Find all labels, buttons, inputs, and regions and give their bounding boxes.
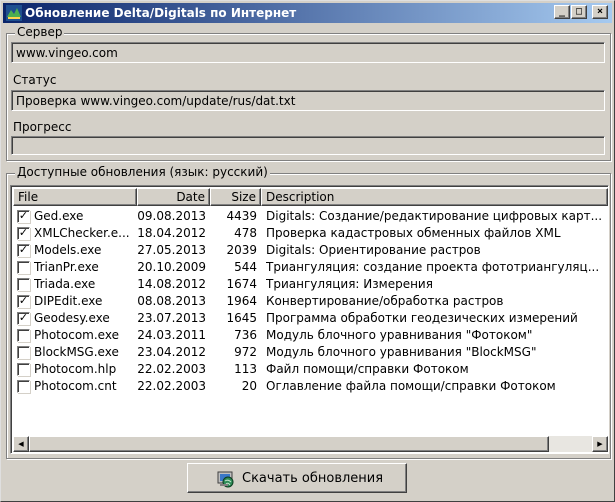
cell-file: TrianPr.exe [34, 260, 99, 274]
cell-date: 08.08.2013 [137, 294, 206, 308]
scrollbar-thumb[interactable] [29, 436, 549, 452]
cell-size: 1645 [226, 311, 257, 325]
window-title: Обновление Delta/Digitals по Интернет [25, 6, 297, 20]
list-item[interactable]: ✓ DIPEdit.exe 08.08.2013 1964 Конвертировани… [13, 293, 608, 310]
cell-file: XMLChecker.e... [34, 226, 130, 240]
cell-file: Photocom.hlp [34, 362, 117, 376]
cell-description: Конвертирование/обработка растров [266, 294, 504, 308]
cell-size: 1674 [226, 277, 257, 291]
row-checkbox[interactable]: ✓ [17, 312, 30, 325]
cell-date: 18.04.2012 [137, 226, 206, 240]
cell-description: Модуль блочного уравнивания "BlockMSG" [266, 345, 537, 359]
cell-date: 20.10.2009 [137, 260, 206, 274]
row-checkbox[interactable]: ✓ [17, 227, 30, 240]
cell-description: Триангуляция: Измерения [266, 277, 433, 291]
status-field: Проверка www.vingeo.com/update/rus/dat.t… [11, 90, 605, 111]
row-checkbox[interactable] [17, 329, 30, 342]
cell-size: 20 [241, 379, 257, 393]
scroll-left-arrow-icon[interactable]: ◀ [13, 436, 29, 452]
cell-size: 2039 [226, 243, 257, 257]
column-header-date[interactable]: Date [137, 188, 210, 206]
cell-description: Триангуляция: создание проекта фототриан… [266, 260, 600, 274]
row-checkbox[interactable] [17, 363, 30, 376]
scroll-right-arrow-icon[interactable]: ▶ [592, 436, 608, 452]
server-group-legend: Сервер [15, 25, 65, 39]
column-header-file[interactable]: File [13, 188, 137, 206]
maximize-button[interactable]: □ [571, 5, 587, 19]
cell-size: 1964 [226, 294, 257, 308]
cell-description: Модуль блочного уравнивания "Фотоком" [266, 328, 533, 342]
update-window: Обновление Delta/Digitals по Интернет _ … [0, 0, 615, 502]
cell-size: 544 [234, 260, 257, 274]
app-icon [6, 5, 22, 21]
cell-date: 27.05.2013 [137, 243, 206, 257]
progress-bar [11, 136, 605, 155]
row-checkbox[interactable]: ✓ [17, 210, 30, 223]
cell-file: DIPEdit.exe [34, 294, 103, 308]
minimize-button[interactable]: _ [554, 5, 570, 19]
horizontal-scrollbar[interactable]: ◀ ▶ [13, 436, 608, 452]
cell-file: Triada.exe [34, 277, 96, 291]
row-checkbox[interactable]: ✓ [17, 295, 30, 308]
cell-description: Проверка кадастровых обменных файлов XML [266, 226, 561, 240]
cell-size: 972 [234, 345, 257, 359]
list-item[interactable]: ✓ Geodesy.exe 23.07.2013 1645 Программа обра… [13, 310, 608, 327]
row-checkbox[interactable] [17, 261, 30, 274]
download-updates-button[interactable]: Скачать обновления [187, 463, 407, 493]
cell-file: Ged.exe [34, 209, 84, 223]
cell-size: 113 [234, 362, 257, 376]
list-item[interactable]: ✓ Ged.exe 09.08.2013 4439 Digitals: Создание… [13, 208, 608, 225]
list-item[interactable]: Triada.exe 14.08.2012 1674 Триангуляция: Из… [13, 276, 608, 293]
row-checkbox[interactable] [17, 380, 30, 393]
updates-group-legend: Доступные обновления (язык: русский) [15, 165, 270, 179]
cell-size: 478 [234, 226, 257, 240]
list-item[interactable]: BlockMSG.exe 23.04.2012 972 Модуль блочного… [13, 344, 608, 361]
list-item[interactable]: TrianPr.exe 20.10.2009 544 Триангуляция: со… [13, 259, 608, 276]
cell-description: Digitals: Ориентирование растров [266, 243, 481, 257]
cell-date: 22.02.2003 [137, 362, 206, 376]
download-globe-icon [217, 471, 234, 488]
row-checkbox[interactable] [17, 278, 30, 291]
cell-date: 14.08.2012 [137, 277, 206, 291]
updates-list[interactable]: File Date Size Description ✓ Ged.exe 09.08… [10, 185, 609, 454]
list-item[interactable]: ✓ Models.exe 27.05.2013 2039 Digitals: Ориен… [13, 242, 608, 259]
cell-date: 09.08.2013 [137, 209, 206, 223]
list-item[interactable]: ✓ XMLChecker.e... 18.04.2012 478 Проверка ка… [13, 225, 608, 242]
cell-size: 736 [234, 328, 257, 342]
close-button[interactable]: × [592, 5, 608, 19]
cell-description: Digitals: Создание/редактирование цифров… [266, 209, 603, 223]
cell-file: Photocom.exe [34, 328, 119, 342]
title-bar[interactable]: Обновление Delta/Digitals по Интернет _ … [3, 3, 612, 23]
list-item[interactable]: Photocom.hlp 22.02.2003 113 Файл помощи/спр… [13, 361, 608, 378]
cell-file: Geodesy.exe [34, 311, 110, 325]
cell-size: 4439 [226, 209, 257, 223]
cell-date: 23.04.2012 [137, 345, 206, 359]
cell-file: Models.exe [34, 243, 102, 257]
column-header-description[interactable]: Description [261, 188, 608, 206]
list-header: File Date Size Description [13, 188, 608, 206]
cell-description: Оглавление файла помощи/справки Фотоком [266, 379, 556, 393]
server-field: www.vingeo.com [11, 42, 605, 63]
row-checkbox[interactable] [17, 346, 30, 359]
row-checkbox[interactable]: ✓ [17, 244, 30, 257]
cell-description: Файл помощи/справки Фотоком [266, 362, 469, 376]
status-label: Статус [13, 73, 57, 87]
cell-file: BlockMSG.exe [34, 345, 119, 359]
cell-file: Photocom.cnt [34, 379, 117, 393]
cell-description: Программа обработки геодезических измере… [266, 311, 578, 325]
list-item[interactable]: Photocom.exe 24.03.2011 736 Модуль блочного… [13, 327, 608, 344]
cell-date: 22.02.2003 [137, 379, 206, 393]
list-item[interactable]: Photocom.cnt 22.02.2003 20 Оглавление файла… [13, 378, 608, 395]
column-header-size[interactable]: Size [210, 188, 261, 206]
cell-date: 23.07.2013 [137, 311, 206, 325]
cell-date: 24.03.2011 [137, 328, 206, 342]
download-button-label: Скачать обновления [242, 471, 384, 486]
progress-label: Прогресс [13, 120, 72, 134]
